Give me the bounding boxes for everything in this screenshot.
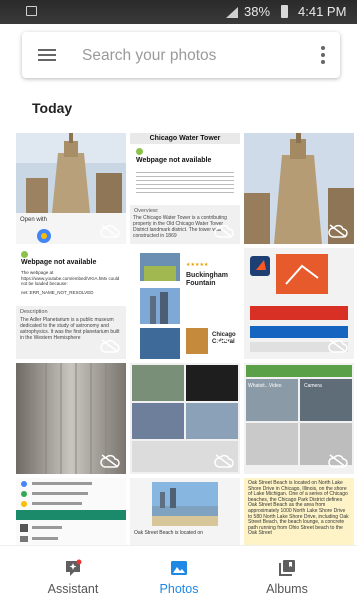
section-title: Today: [32, 100, 73, 116]
error-dot-icon: [21, 251, 28, 258]
tile-error-body: The webpage at https://www.youtube.com/e…: [21, 270, 120, 286]
battery-percent: 38%: [244, 4, 271, 19]
photo-tile-water-tower-1[interactable]: Open with: [16, 133, 126, 244]
photo-tile-folders-screenshot[interactable]: Whatsit...Video Camera: [244, 363, 354, 474]
signal-icon: [226, 7, 238, 18]
folder-label-right: Camera: [304, 383, 322, 389]
tile-place-title: Buckingham Fountain: [186, 272, 229, 287]
photo-tile-app-screenshot[interactable]: [244, 248, 354, 359]
status-bar: 38% 4:41 PM: [0, 0, 357, 24]
folder-label-left: Whatsit...Video: [248, 383, 282, 389]
tile-error-heading: Webpage not available: [21, 259, 97, 266]
bottom-navigation: Assistant Photos Albums: [0, 545, 357, 596]
svg-text:★★★★★: ★★★★★: [186, 262, 209, 268]
tile-error-code: net::ERR_NAME_NOT_RESOLVED: [21, 290, 94, 295]
error-dot-icon: [136, 148, 143, 155]
photo-tile-webpage-adler[interactable]: Webpage not available The webpage at htt…: [16, 248, 126, 359]
assistant-icon: [66, 559, 82, 576]
photo-tile-oak-street-beach[interactable]: Oak Street Beach is located on: [130, 478, 240, 545]
tile-error-heading: Webpage not available: [136, 157, 212, 164]
cloud-off-icon: [328, 224, 348, 238]
cloud-off-icon: [100, 339, 120, 353]
photo-tile-buckingham-fountain[interactable]: ★★★★★ Buckingham Fountain Chicago Cultur…: [130, 248, 240, 359]
oak-street-text: Oak Street Beach is located on North Lak…: [248, 480, 349, 537]
nav-assistant-label: Assistant: [47, 582, 99, 596]
albums-icon: [279, 560, 295, 576]
cloud-off-icon: [328, 454, 348, 468]
photo-tile-curtain[interactable]: [16, 363, 126, 474]
cloud-off-icon: [100, 454, 120, 468]
cloud-off-icon: [214, 224, 234, 238]
cloud-off-icon: [328, 339, 348, 353]
gallery-notification-icon: [26, 6, 37, 16]
nav-photos-label: Photos: [159, 582, 199, 596]
description-label: Description: [20, 309, 48, 315]
beach-caption: Oak Street Beach is located on: [134, 530, 203, 536]
photo-tile-oak-street-text[interactable]: Oak Street Beach is located on North Lak…: [244, 478, 354, 545]
cloud-off-icon: [214, 454, 234, 468]
open-with-label: Open with: [20, 217, 48, 223]
photo-tile-album-screenshot[interactable]: [130, 363, 240, 474]
tile-error-text-lines: [136, 169, 234, 193]
photo-tile-water-tower-2[interactable]: [244, 133, 354, 244]
clock: 4:41 PM: [298, 4, 347, 19]
tile-page-title: Chicago Water Tower: [130, 133, 240, 144]
battery-icon: [281, 5, 288, 18]
photo-tile-drive-menu[interactable]: [16, 478, 126, 545]
cloud-off-icon: [214, 339, 234, 353]
photos-icon: [171, 561, 187, 575]
description-text: The Adler Planetarium is a public museum…: [20, 317, 120, 341]
nav-assistant[interactable]: Assistant: [18, 546, 128, 596]
more-options-icon[interactable]: [321, 46, 325, 64]
cloud-off-icon: [100, 224, 120, 238]
photo-tile-webpage-water-tower[interactable]: Chicago Water Tower Webpage not availabl…: [130, 133, 240, 244]
drive-menu-image: [16, 478, 126, 545]
search-input[interactable]: [82, 44, 302, 68]
nav-albums-label: Albums: [266, 582, 308, 596]
nav-photos[interactable]: Photos: [124, 546, 234, 596]
overview-label: Overview:: [134, 208, 159, 214]
search-bar: [22, 32, 340, 78]
hamburger-menu-icon[interactable]: [38, 49, 56, 61]
nav-albums[interactable]: Albums: [232, 546, 342, 596]
